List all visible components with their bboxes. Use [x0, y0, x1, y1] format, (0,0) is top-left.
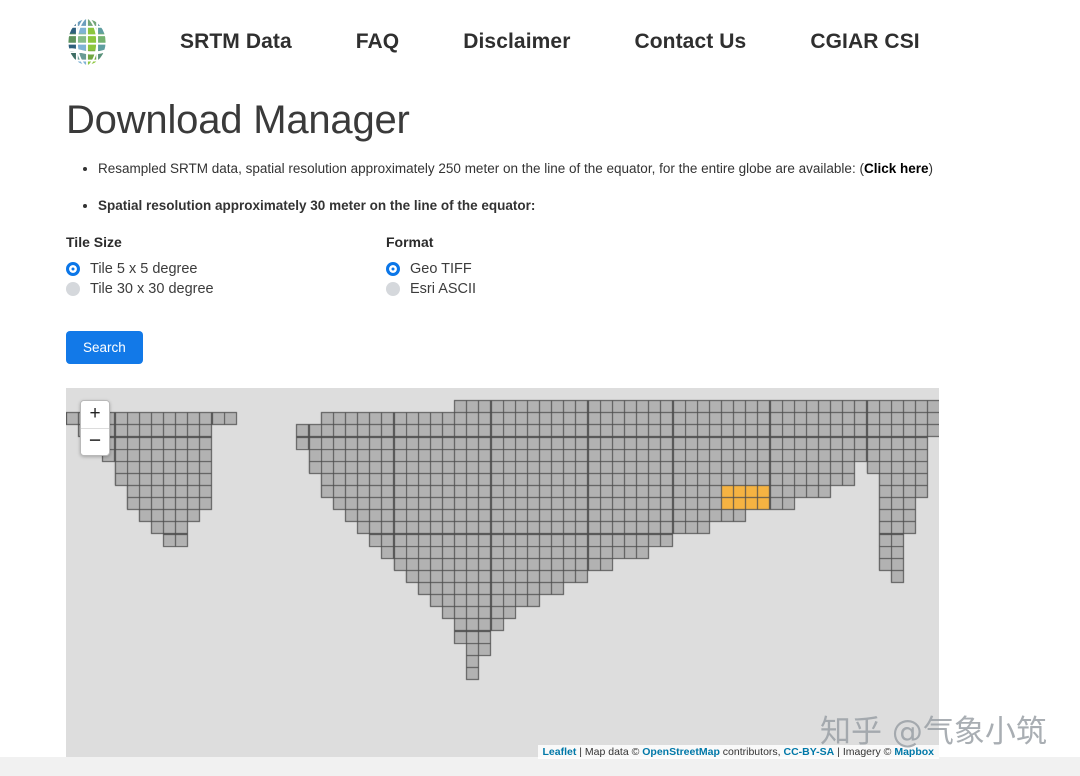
site-header: SRTM Data FAQ Disclaimer Contact Us CGIA… [0, 0, 1080, 84]
nav-item-faq[interactable]: FAQ [356, 30, 399, 54]
footer-strip [0, 757, 1080, 776]
radio-geo-tiff-label: Geo TIFF [410, 261, 472, 277]
bullet-text-after: ) [929, 161, 934, 176]
tile-size-group: Tile Size Tile 5 x 5 degree Tile 30 x 30… [66, 234, 386, 301]
map-tile-grid-canvas[interactable] [66, 388, 939, 759]
zoom-out-button[interactable]: − [81, 428, 109, 455]
page-content: Download Manager Resampled SRTM data, sp… [0, 98, 1080, 759]
click-here-link[interactable]: Click here [864, 161, 929, 176]
radio-geo-tiff[interactable]: Geo TIFF [386, 261, 476, 277]
tile-selection-map[interactable]: + − Leaflet | Map data © OpenStreetMap c… [66, 388, 939, 759]
nav-item-contact-us[interactable]: Contact Us [634, 30, 746, 54]
radio-esri-ascii-label: Esri ASCII [410, 281, 476, 297]
radio-tile-30x30-label: Tile 30 x 30 degree [90, 281, 214, 297]
attrib-sep-2: | Imagery © [834, 746, 894, 758]
radio-icon-selected[interactable] [66, 262, 80, 276]
nav-item-cgiar-csi[interactable]: CGIAR CSI [810, 30, 919, 54]
tile-size-legend: Tile Size [66, 234, 386, 250]
search-button[interactable]: Search [66, 331, 143, 364]
radio-icon-unselected[interactable] [386, 282, 400, 296]
format-legend: Format [386, 234, 476, 250]
radio-icon-unselected[interactable] [66, 282, 80, 296]
radio-tile-5x5[interactable]: Tile 5 x 5 degree [66, 261, 386, 277]
radio-tile-30x30[interactable]: Tile 30 x 30 degree [66, 281, 386, 297]
leaflet-link[interactable]: Leaflet [543, 746, 577, 758]
nav-item-srtm-data[interactable]: SRTM Data [180, 30, 292, 54]
globe-logo-icon[interactable] [60, 15, 114, 69]
bullet-text-30m: Spatial resolution approximately 30 mete… [98, 198, 535, 213]
bullet-resampled-250m: Resampled SRTM data, spatial resolution … [98, 159, 1020, 179]
map-zoom-controls: + − [80, 400, 110, 456]
radio-icon-selected[interactable] [386, 262, 400, 276]
radio-esri-ascii[interactable]: Esri ASCII [386, 281, 476, 297]
mapbox-link[interactable]: Mapbox [894, 746, 934, 758]
page-title: Download Manager [66, 98, 1020, 143]
main-nav: SRTM Data FAQ Disclaimer Contact Us CGIA… [180, 30, 920, 54]
bullet-text-before: Resampled SRTM data, spatial resolution … [98, 161, 864, 176]
openstreetmap-link[interactable]: OpenStreetMap [642, 746, 720, 758]
map-attribution: Leaflet | Map data © OpenStreetMap contr… [538, 745, 940, 759]
attrib-sep-1: | Map data © [576, 746, 642, 758]
bullet-30m: Spatial resolution approximately 30 mete… [98, 196, 1020, 216]
options-form: Tile Size Tile 5 x 5 degree Tile 30 x 30… [66, 234, 1020, 301]
format-group: Format Geo TIFF Esri ASCII [386, 234, 476, 301]
radio-tile-5x5-label: Tile 5 x 5 degree [90, 261, 197, 277]
license-link[interactable]: CC-BY-SA [784, 746, 835, 758]
nav-item-disclaimer[interactable]: Disclaimer [463, 30, 570, 54]
zoom-in-button[interactable]: + [81, 401, 109, 428]
attrib-mid: contributors, [720, 746, 784, 758]
intro-bullet-list: Resampled SRTM data, spatial resolution … [66, 159, 1020, 217]
